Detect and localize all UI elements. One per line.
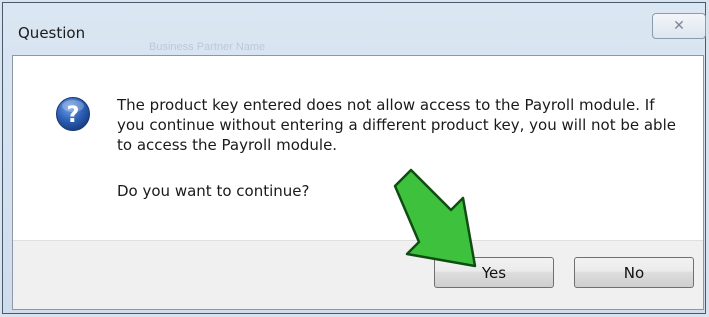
question-icon: ? (56, 97, 90, 131)
no-button[interactable]: No (574, 257, 694, 288)
close-button[interactable]: ✕ (652, 13, 706, 39)
question-text: Do you want to continue? (117, 182, 310, 200)
dialog-body: ? The product key entered does not allow… (12, 55, 704, 310)
background-field-label: Business Partner Name (149, 41, 266, 53)
green-arrow-icon (393, 168, 477, 268)
window-title: Question (18, 24, 86, 42)
svg-text:?: ? (67, 103, 80, 128)
window-frame: Business Partner Name Question ✕ ? The p… (2, 2, 706, 314)
close-icon: ✕ (673, 18, 685, 34)
message-text: The product key entered does not allow a… (117, 96, 676, 154)
